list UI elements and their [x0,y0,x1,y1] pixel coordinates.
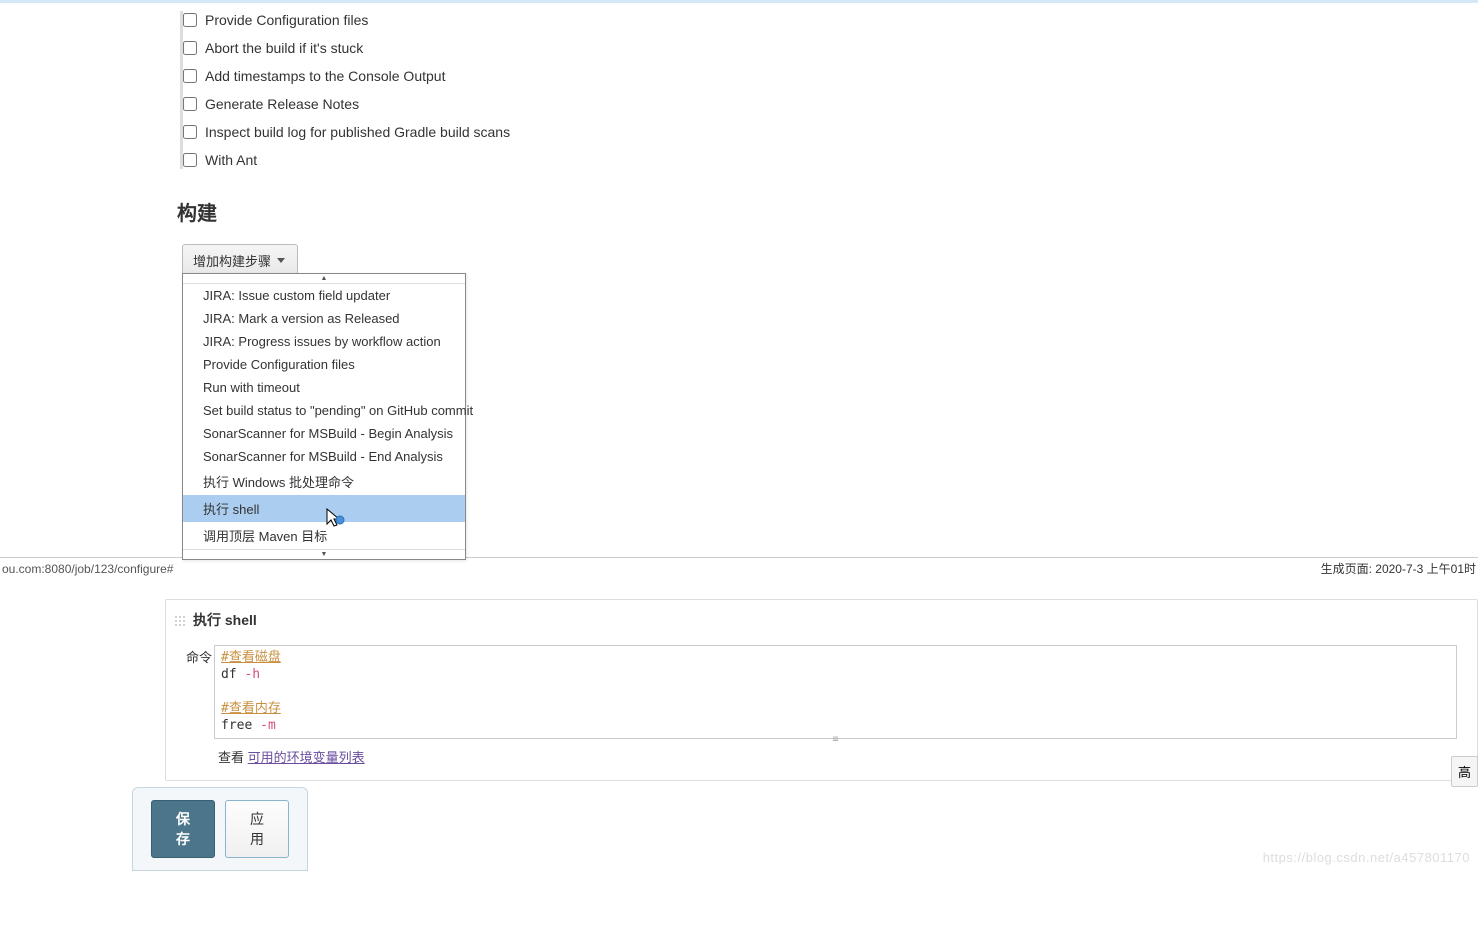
save-button[interactable]: 保存 [151,800,215,858]
floating-action-bar: 保存 应用 [132,787,308,871]
code-comment-1: #查看磁盘 [221,650,281,665]
checkbox-label: Add timestamps to the Console Output [205,68,445,84]
page-timestamp: 生成页面: 2020-7-3 上午01时 [1321,560,1476,577]
dropdown-item[interactable]: SonarScanner for MSBuild - Begin Analysi… [183,422,465,445]
advanced-button[interactable]: 高 [1451,756,1478,787]
checkbox-input[interactable] [183,97,197,111]
dropdown-item[interactable]: Set build status to "pending" on GitHub … [183,399,465,422]
step-title: 执行 shell [193,610,257,630]
checkbox-input[interactable] [183,69,197,83]
build-section-title: 构建 [177,197,1478,226]
checkbox-label: Generate Release Notes [205,96,359,112]
code-flag-1: -h [244,667,260,682]
dropdown-item[interactable]: JIRA: Issue custom field updater [183,284,465,307]
dropdown-item[interactable]: SonarScanner for MSBuild - End Analysis [183,445,465,468]
checkbox-label: Abort the build if it's stuck [205,40,363,56]
shell-command-editor[interactable]: #查看磁盘 df -h #查看内存 free -m ≡ [214,645,1457,739]
status-url: ou.com:8080/job/123/configure# [2,562,173,576]
dropdown-item[interactable]: 执行 Windows 批处理命令 [183,468,465,495]
dropdown-item[interactable]: JIRA: Progress issues by workflow action [183,330,465,353]
drag-handle-icon[interactable] [174,615,185,626]
code-flag-2: -m [260,718,276,733]
dropdown-item[interactable]: JIRA: Mark a version as Released [183,307,465,330]
env-vars-link[interactable]: 可用的环境变量列表 [248,750,365,765]
checkbox-input[interactable] [183,153,197,167]
dropdown-scroll-up[interactable]: ▲ [183,274,465,284]
dropdown-item[interactable]: 调用顶层 Maven 目标 [183,522,465,549]
checkbox-release-notes[interactable]: Generate Release Notes [183,95,1478,113]
add-step-dropdown: ▲ JIRA: Issue custom field updaterJIRA: … [182,273,466,560]
checkbox-abort-stuck[interactable]: Abort the build if it's stuck [183,39,1478,57]
checkbox-provide-config[interactable]: Provide Configuration files [183,11,1478,29]
dropdown-item[interactable]: 执行 shell [183,495,465,522]
dropdown-item[interactable]: Provide Configuration files [183,353,465,376]
checkbox-with-ant[interactable]: With Ant [183,151,1478,169]
checkbox-input[interactable] [183,13,197,27]
dropdown-item[interactable]: Run with timeout [183,376,465,399]
code-cmd-1: df [221,667,237,682]
apply-button[interactable]: 应用 [225,800,289,858]
execute-shell-step: 执行 shell 命令 #查看磁盘 df -h #查看内存 free -m ≡ … [165,599,1478,781]
code-cmd-2: free [221,718,252,733]
checkbox-label: Inspect build log for published Gradle b… [205,124,510,140]
checkbox-label: Provide Configuration files [205,12,368,28]
button-label: 增加构建步骤 [193,251,271,270]
checkbox-timestamps[interactable]: Add timestamps to the Console Output [183,67,1478,85]
checkbox-inspect-gradle[interactable]: Inspect build log for published Gradle b… [183,123,1478,141]
build-env-options: Provide Configuration files Abort the bu… [180,11,1478,169]
dropdown-scroll-down[interactable]: ▼ [183,549,465,559]
env-link-prefix: 查看 [218,750,244,765]
code-comment-2: #查看内存 [221,701,281,716]
watermark-text: https://blog.csdn.net/a457801170 [1263,850,1470,865]
command-label: 命令 [186,647,214,666]
chevron-down-icon [277,258,285,263]
checkbox-input[interactable] [183,125,197,139]
resize-handle-icon[interactable]: ≡ [821,733,851,738]
checkbox-input[interactable] [183,41,197,55]
checkbox-label: With Ant [205,152,257,168]
